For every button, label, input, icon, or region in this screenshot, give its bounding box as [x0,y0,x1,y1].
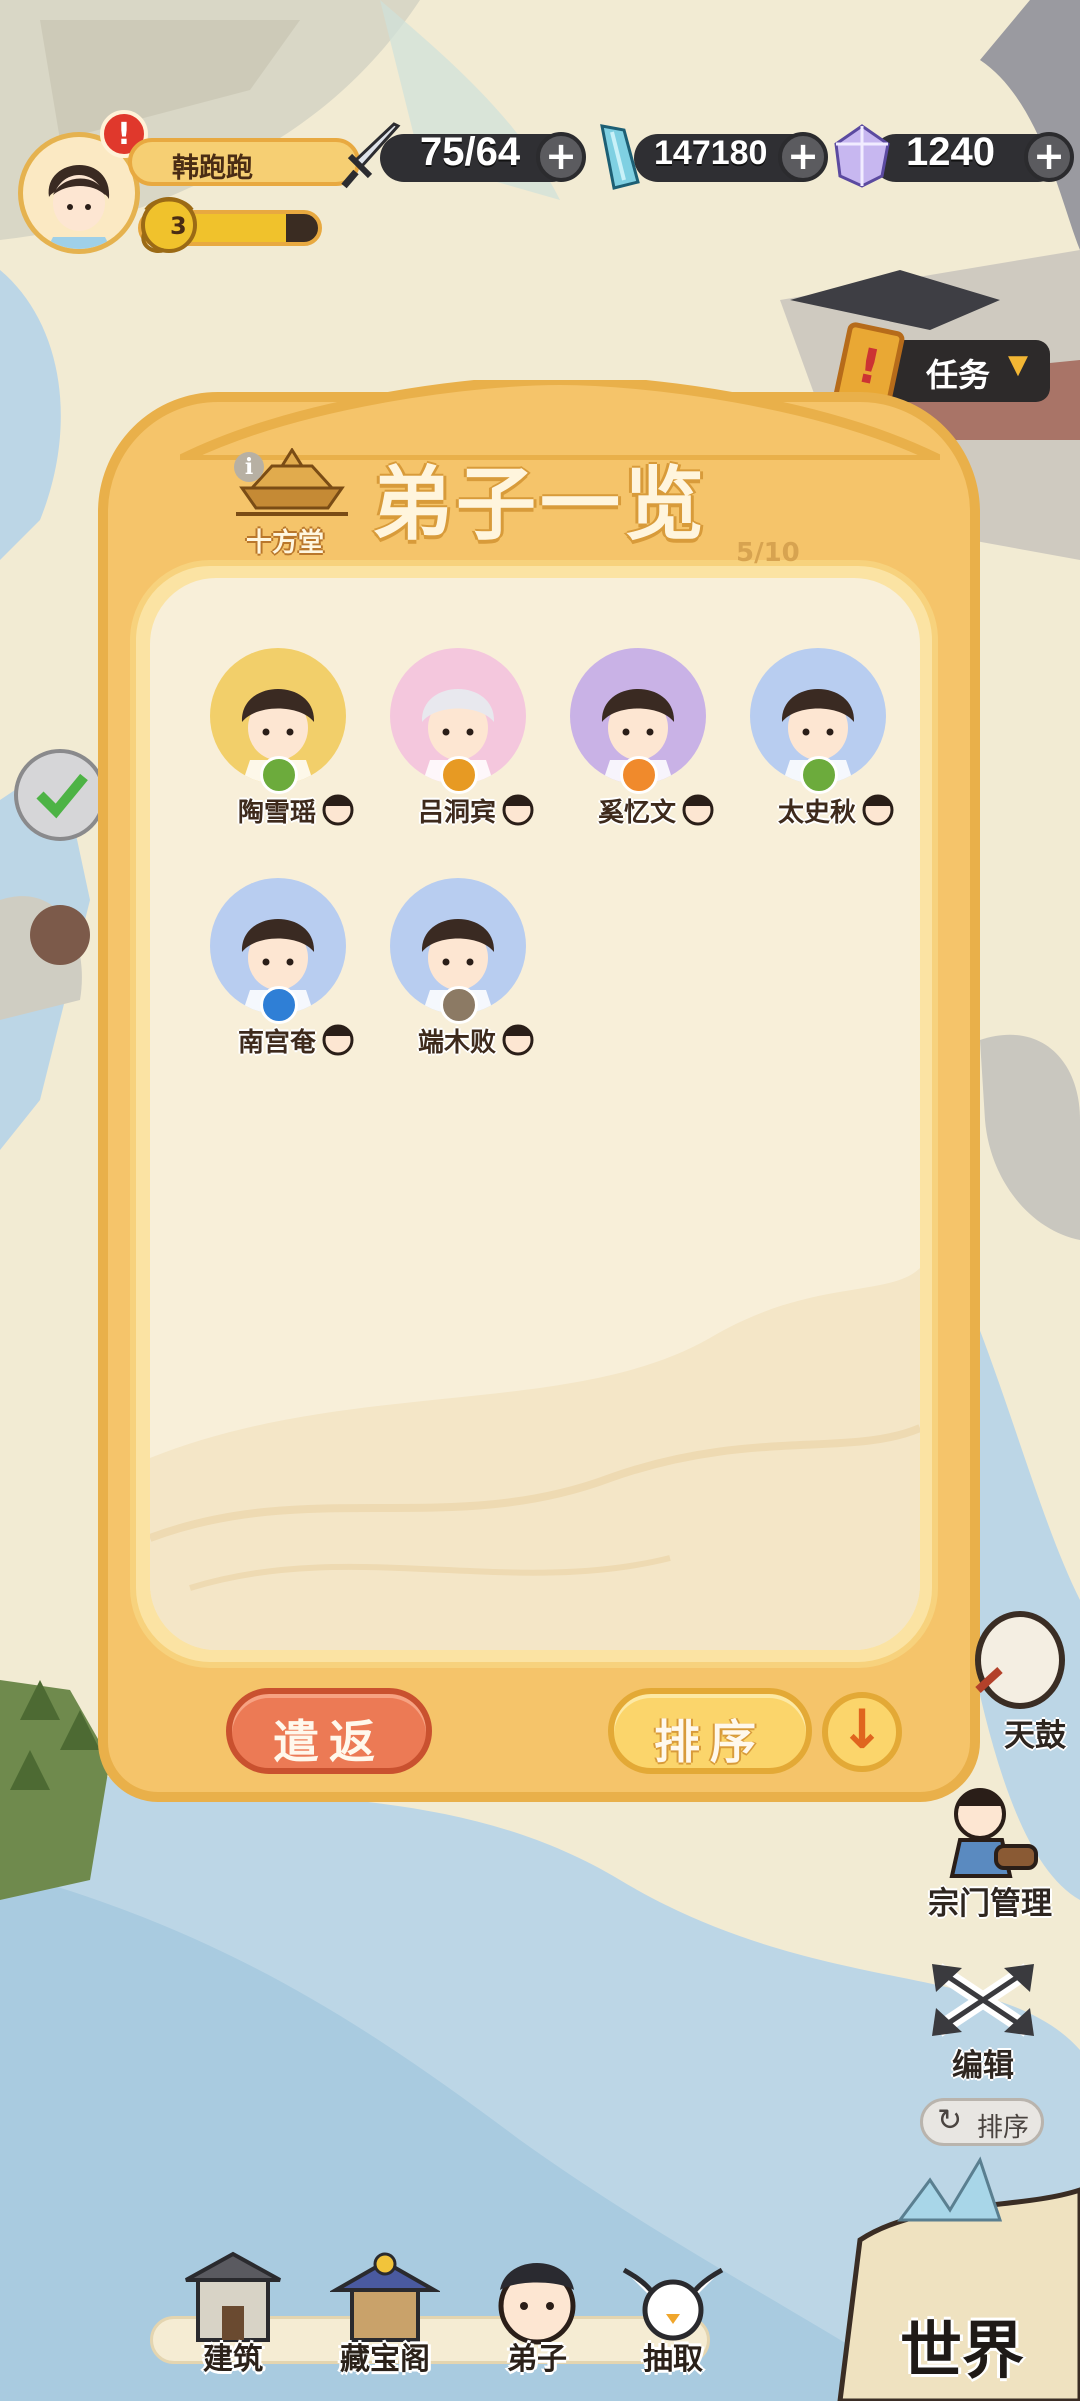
sect-master-icon [949,1788,1038,1878]
disciple-capacity: 5/10 [736,538,800,568]
leaf-element-icon [260,756,298,794]
edit-label: 编辑 [952,2048,1014,2084]
map-sort-button[interactable]: ↻ 排序 [920,2098,1044,2146]
nav-draw[interactable]: 抽取 [608,2250,738,2390]
spirit-stone-resource: 147180 + [594,124,834,190]
disciple-card[interactable]: 太史秋 [736,648,896,848]
water-element-icon [260,986,298,1024]
sort-button[interactable]: 排序 [608,1688,812,1774]
nav-build[interactable]: 建筑 [168,2250,298,2390]
add-stamina-button[interactable]: + [536,132,586,182]
player-level: 3 [170,212,187,240]
sect-manage-button[interactable]: 宗门管理 [910,1780,1070,1922]
spirit-stone-value: 147180 [654,134,768,172]
disciple-name: 南宫奄 [237,1028,316,1058]
info-icon[interactable]: i [234,452,264,482]
disciple-face-icon [322,794,354,826]
disciple-face-icon [502,794,534,826]
refresh-icon: ↻ [937,2103,963,2138]
disciple-card[interactable]: 吕洞宾 [376,648,536,848]
hall-name: 十方堂 [246,528,325,558]
gem-value: 1240 [906,130,995,174]
dismiss-button[interactable]: 遣返 [226,1688,432,1774]
disciple-card[interactable]: 南宫奄 [196,878,356,1078]
dragon-level-icon [141,197,197,253]
nav-build-label: 建筑 [203,2342,263,2377]
player-name: 韩跑跑 [172,153,253,184]
disciple-name: 太史秋 [777,798,856,828]
disciple-name: 陶雪瑶 [237,798,316,828]
nav-treasury-label: 藏宝阁 [340,2342,430,2377]
disciple-name: 端木败 [417,1028,496,1058]
add-gem-button[interactable]: + [1024,132,1074,182]
nav-disciples-label: 弟子 [507,2342,567,2377]
nav-draw-label: 抽取 [643,2342,703,2377]
disciple-face-icon [862,794,894,826]
disciple-card[interactable]: 陶雪瑶 [196,648,356,848]
sort-order-toggle[interactable]: ↓ [822,1692,902,1772]
player-name-bar: 韩跑跑 [128,138,360,186]
stamina-value: 75/64 [420,130,521,174]
metal-element-icon [440,756,478,794]
drum-button[interactable]: 天鼓 [940,1610,1080,1754]
move-arrows-icon [932,1963,1034,2037]
nav-disciples[interactable]: 弟子 [472,2250,602,2390]
gem-icon [834,124,890,188]
gem-resource: 1240 + [832,124,1080,188]
drum-icon [975,1611,1065,1709]
sort-label: 排序 [654,1715,766,1769]
sect-manage-label: 宗门管理 [928,1886,1052,1922]
player-profile[interactable]: ! 韩跑跑 3 [18,110,360,262]
disciple-name: 吕洞宾 [417,798,496,828]
disciple-face-icon [682,794,714,826]
earth-element-icon [440,986,478,1024]
sword-icon [341,122,401,189]
disciple-face-icon [502,1024,534,1056]
world-button[interactable]: 世界 [900,2300,1024,2390]
leaf-element-icon [800,756,838,794]
nav-treasury[interactable]: 藏宝阁 [320,2250,450,2390]
add-spirit-stone-button[interactable]: + [778,132,828,182]
dismiss-label: 遣返 [273,1715,385,1769]
fire-element-icon [620,756,658,794]
disciple-card[interactable]: 端木败 [376,878,536,1078]
drum-label: 天鼓 [1004,1718,1066,1754]
edit-button[interactable]: 编辑 [908,1960,1058,2090]
map-sort-label: 排序 [977,2113,1030,2143]
stamina-resource: 75/64 + [340,122,590,189]
caret-down-icon: ▼ [1008,350,1028,380]
arrow-down-icon: ↓ [839,1698,885,1761]
disciple-card[interactable]: 奚忆文 [556,648,716,848]
panel-title: 弟子一览 [372,458,708,551]
disciple-face-icon [322,1024,354,1056]
crystal-icon [600,124,640,190]
disciple-name: 奚忆文 [597,798,676,828]
